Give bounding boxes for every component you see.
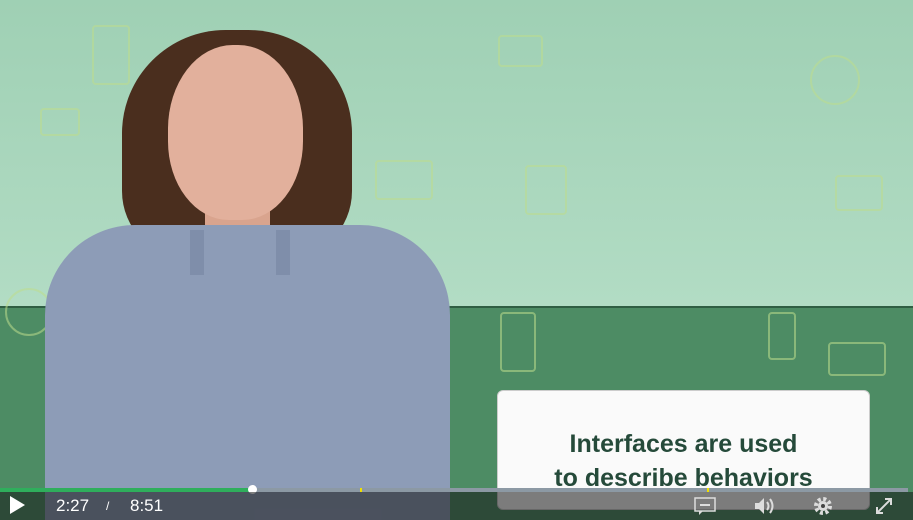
presenter-collar (190, 230, 290, 275)
fullscreen-button[interactable] (874, 496, 894, 520)
current-time: 2:27 (56, 496, 90, 515)
captions-button[interactable] (694, 496, 716, 520)
settings-button[interactable] (813, 496, 833, 520)
volume-button[interactable] (753, 496, 777, 520)
caption-line: Interfaces are used (569, 430, 798, 458)
fullscreen-icon (876, 498, 892, 514)
captions-icon (694, 497, 716, 515)
settings-icon (814, 497, 832, 515)
play-button[interactable] (8, 495, 26, 520)
volume-icon (755, 498, 774, 514)
presenter-face (168, 45, 303, 220)
play-icon (10, 496, 25, 514)
control-bar: 2:27 / 8:51 (0, 492, 913, 520)
video-player[interactable]: Interfaces are used to describe behavior… (0, 0, 913, 520)
duration: 8:51 (130, 496, 164, 515)
time-separator: / (106, 499, 110, 513)
